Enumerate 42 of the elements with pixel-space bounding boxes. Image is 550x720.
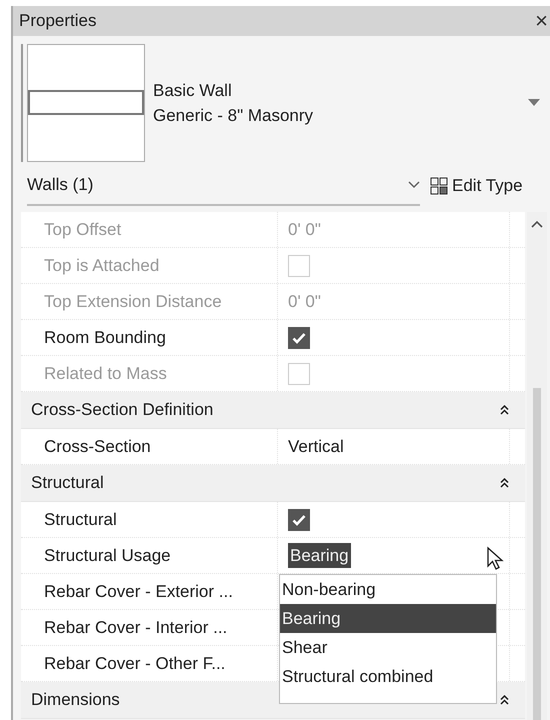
dropdown-option[interactable]: Non-bearing	[280, 575, 496, 604]
group-title: Dimensions	[31, 689, 121, 712]
group-header[interactable]: Structural	[21, 465, 525, 502]
panel-title: Properties	[19, 10, 98, 32]
property-label: Related to Mass	[44, 362, 167, 385]
checkbox[interactable]	[288, 508, 310, 530]
property-label: Rebar Cover - Other F...	[44, 652, 226, 675]
group-title: Structural	[31, 472, 105, 494]
collapse-icon[interactable]	[500, 695, 509, 705]
family-name: Basic Wall	[153, 80, 233, 102]
edit-type-icon	[430, 177, 448, 195]
scroll-up-icon[interactable]	[531, 220, 543, 228]
property-label: Room Bounding	[44, 326, 166, 349]
dropdown-arrow-icon[interactable]	[528, 99, 540, 107]
group-header[interactable]: Cross-Section Definition	[21, 392, 525, 429]
dropdown-option[interactable]: Bearing	[280, 604, 496, 633]
dropdown-option[interactable]: Shear	[280, 633, 496, 662]
type-name: Generic - 8" Masonry	[153, 105, 314, 127]
property-label: Rebar Cover - Interior ...	[44, 616, 228, 639]
property-label: Cross-Section	[44, 436, 151, 458]
property-label: Rebar Cover - Exterior ...	[44, 580, 233, 603]
property-value: 0' 0"	[288, 290, 321, 313]
property-label: Structural	[44, 508, 117, 531]
edit-type-button[interactable]: Edit Type	[420, 173, 523, 199]
check-icon	[292, 514, 306, 526]
group-title: Cross-Section Definition	[31, 399, 214, 422]
scrollbar[interactable]	[527, 212, 547, 720]
property-label: Top Offset	[44, 218, 122, 241]
checkbox[interactable]	[288, 326, 310, 348]
property-value: Vertical	[288, 436, 344, 458]
property-value: 0' 0"	[288, 218, 321, 241]
close-button[interactable]: ×	[535, 10, 548, 32]
scroll-thumb[interactable]	[533, 388, 541, 720]
collapse-icon[interactable]	[500, 478, 509, 488]
collapse-icon[interactable]	[500, 405, 509, 415]
property-label: Top Extension Distance	[44, 290, 222, 313]
check-icon	[292, 332, 306, 344]
property-label: Structural Usage	[44, 544, 171, 567]
chevron-down-icon[interactable]	[408, 181, 420, 189]
selected-value[interactable]: Bearing	[288, 542, 351, 568]
category-filter[interactable]: Walls (1)	[27, 172, 408, 198]
property-label: Top is Attached	[44, 254, 160, 277]
